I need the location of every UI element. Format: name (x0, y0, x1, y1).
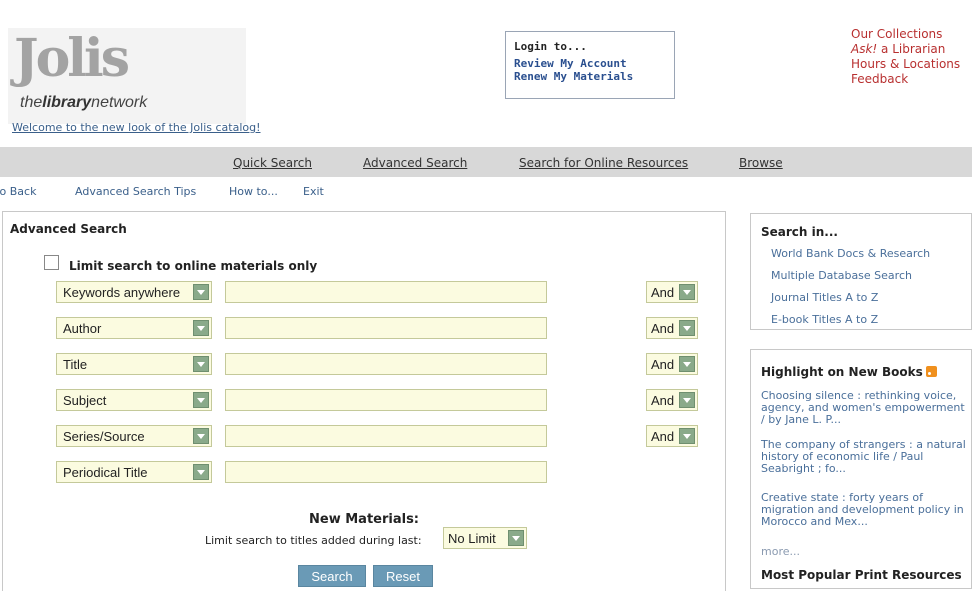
feedback-link[interactable]: Feedback (851, 72, 972, 87)
chevron-down-icon (193, 284, 209, 300)
logo-wordmark: Jolis (14, 28, 130, 89)
new-materials-label: Limit search to titles added during last… (205, 534, 422, 547)
nav-browse[interactable]: Browse (739, 156, 783, 170)
rss-icon[interactable] (925, 366, 937, 377)
chevron-down-icon (193, 464, 209, 480)
search-input-4[interactable] (225, 389, 547, 411)
new-materials-select[interactable]: No Limit (443, 527, 527, 549)
field-select-1[interactable]: Keywords anywhere (56, 281, 212, 303)
chevron-down-icon (679, 392, 695, 408)
new-materials-title: New Materials: (309, 512, 420, 527)
hours-locations-link[interactable]: Hours & Locations (851, 57, 972, 72)
panel-title: Advanced Search (10, 222, 127, 236)
book-item[interactable]: The company of strangers : a natural his… (761, 439, 971, 475)
more-link[interactable]: more... (761, 546, 971, 558)
nav-advanced-search[interactable]: Advanced Search (363, 156, 467, 170)
limit-online-checkbox[interactable] (44, 255, 59, 270)
go-back-link[interactable]: Go Back (0, 185, 36, 198)
nav-quick-search[interactable]: Quick Search (233, 156, 312, 170)
journal-titles-link[interactable]: Journal Titles A to Z (771, 291, 878, 304)
chevron-down-icon (193, 320, 209, 336)
search-input-1[interactable] (225, 281, 547, 303)
bool-select-5[interactable]: And (646, 425, 698, 447)
world-bank-docs-link[interactable]: World Bank Docs & Research (771, 247, 930, 260)
chevron-down-icon (193, 356, 209, 372)
top-right-links: Our Collections Ask! a Librarian Hours &… (851, 27, 972, 87)
exit-link[interactable]: Exit (303, 185, 324, 198)
bool-select-2[interactable]: And (646, 317, 698, 339)
bool-select-3[interactable]: And (646, 353, 698, 375)
chevron-down-icon (508, 530, 524, 546)
search-input-3[interactable] (225, 353, 547, 375)
how-to-link[interactable]: How to... (229, 185, 278, 198)
chevron-down-icon (193, 392, 209, 408)
welcome-link[interactable]: Welcome to the new look of the Jolis cat… (12, 121, 261, 134)
login-box: Login to... Review My Account Renew My M… (505, 31, 675, 99)
nav-bar: Quick Search Advanced Search Search for … (0, 147, 972, 177)
multiple-database-link[interactable]: Multiple Database Search (771, 269, 912, 282)
field-select-3[interactable]: Title (56, 353, 212, 375)
chevron-down-icon (193, 428, 209, 444)
search-input-2[interactable] (225, 317, 547, 339)
search-in-box: Search in... World Bank Docs & Research … (750, 213, 972, 330)
logo-tagline: thelibrarynetwork (20, 94, 148, 111)
review-account-link[interactable]: Review My Account (514, 57, 674, 70)
field-select-6[interactable]: Periodical Title (56, 461, 212, 483)
book-item[interactable]: Creative state : forty years of migratio… (761, 492, 971, 528)
field-select-4[interactable]: Subject (56, 389, 212, 411)
chevron-down-icon (679, 284, 695, 300)
ebook-titles-link[interactable]: E-book Titles A to Z (771, 313, 878, 326)
bool-select-1[interactable]: And (646, 281, 698, 303)
book-item[interactable]: Choosing silence : rethinking voice, age… (761, 390, 971, 426)
field-select-5[interactable]: Series/Source (56, 425, 212, 447)
advanced-search-tips-link[interactable]: Advanced Search Tips (75, 185, 196, 198)
limit-online-label: Limit search to online materials only (69, 259, 318, 273)
popular-print-heading: Most Popular Print Resources (761, 568, 962, 582)
new-books-heading: Highlight on New Books (761, 365, 937, 379)
renew-materials-link[interactable]: Renew My Materials (514, 70, 674, 83)
search-in-heading: Search in... (761, 225, 838, 239)
nav-online-resources[interactable]: Search for Online Resources (519, 156, 688, 170)
chevron-down-icon (679, 320, 695, 336)
search-input-6[interactable] (225, 461, 547, 483)
field-select-2[interactable]: Author (56, 317, 212, 339)
chevron-down-icon (679, 428, 695, 444)
chevron-down-icon (679, 356, 695, 372)
our-collections-link[interactable]: Our Collections (851, 27, 972, 42)
jolis-logo[interactable]: Jolis thelibrarynetwork (8, 28, 246, 124)
new-books-box: Highlight on New Books Choosing silence … (750, 349, 972, 589)
bool-select-4[interactable]: And (646, 389, 698, 411)
ask-librarian-link[interactable]: Ask! a Librarian (851, 42, 972, 57)
search-input-5[interactable] (225, 425, 547, 447)
login-title: Login to... (514, 40, 587, 53)
